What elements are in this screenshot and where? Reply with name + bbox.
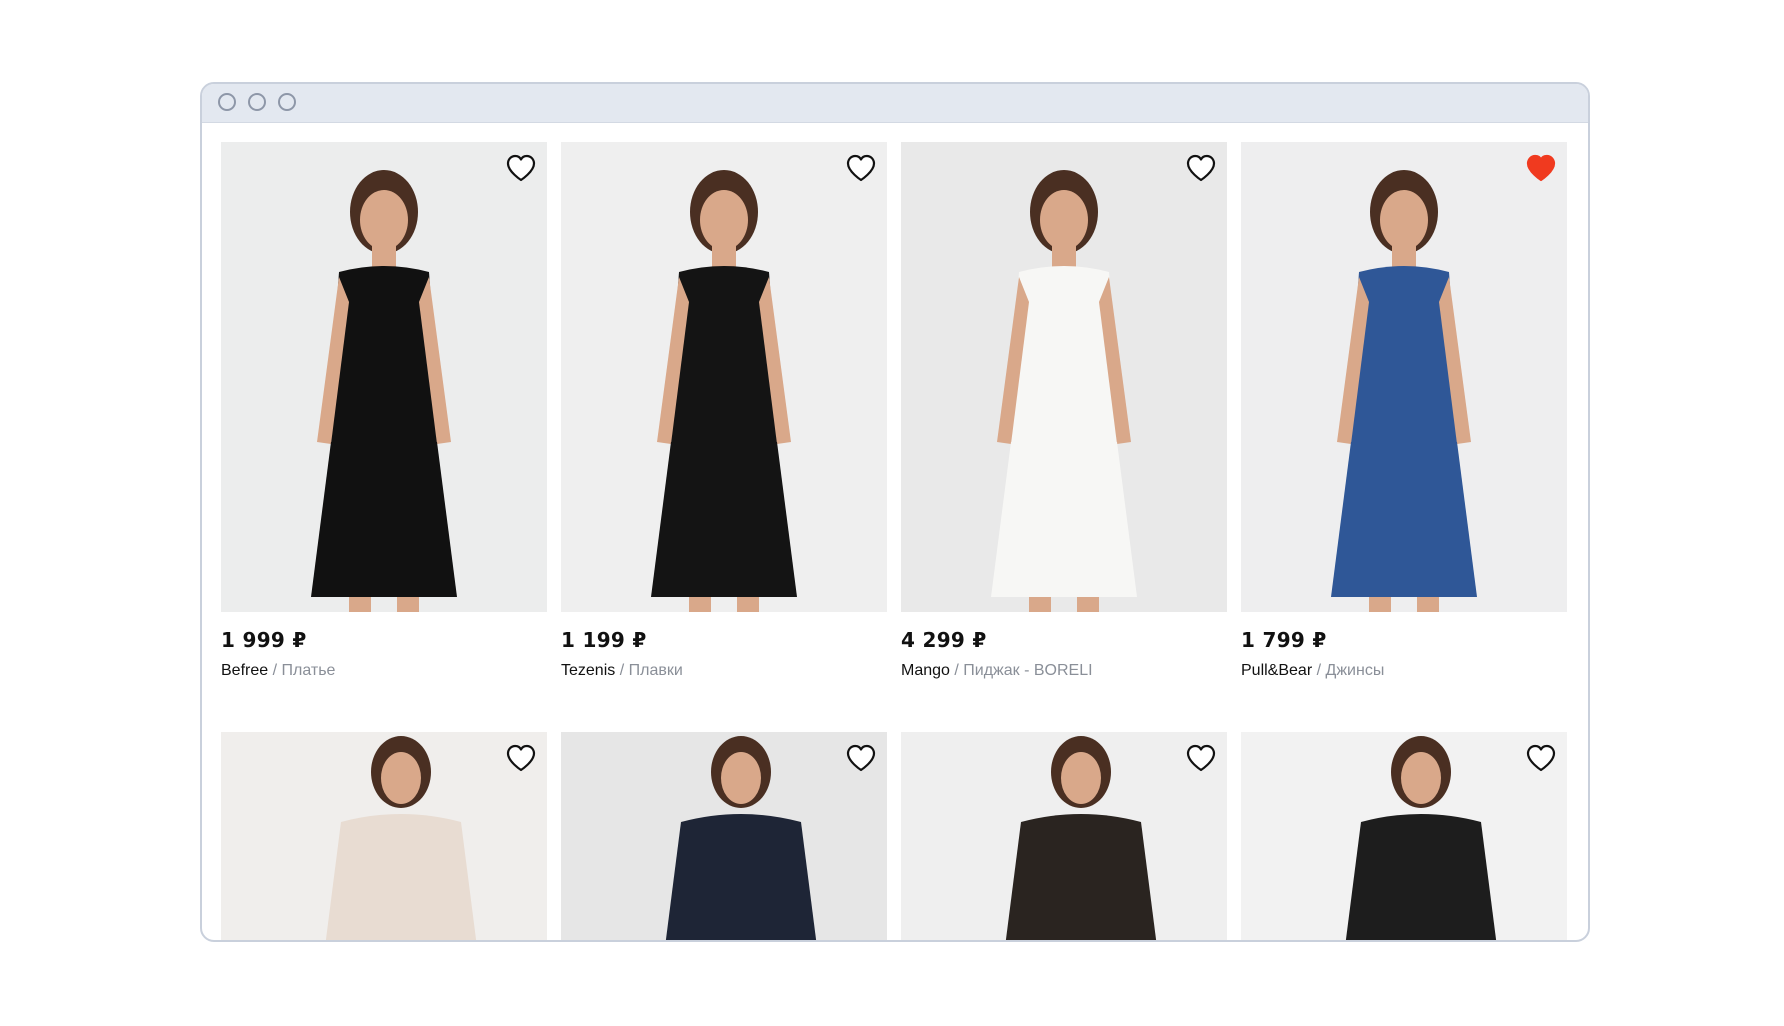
window-maximize-dot[interactable]: [278, 93, 296, 111]
navy-trousers-photo[interactable]: [561, 732, 887, 940]
product-card[interactable]: 1 999 ₽ Befree / Платье: [221, 142, 547, 680]
favorite-heart-icon[interactable]: [505, 742, 537, 774]
product-type: Джинсы: [1325, 662, 1385, 679]
beige-tshirt-photo[interactable]: [221, 732, 547, 940]
favorite-heart-icon[interactable]: [845, 742, 877, 774]
product-type: Пиджак - BORELI: [963, 662, 1093, 679]
product-card[interactable]: [1241, 732, 1567, 940]
browser-window: 1 999 ₽ Befree / Платье 1 199 ₽ Tezenis / …: [200, 82, 1590, 942]
product-description[interactable]: Pull&Bear / Джинсы: [1241, 662, 1567, 680]
product-price: 1 799 ₽: [1241, 628, 1327, 652]
favorite-heart-icon-active[interactable]: [1525, 152, 1557, 184]
brand-separator: /: [272, 662, 278, 679]
product-card[interactable]: 1 799 ₽ Pull&Bear / Джинсы: [1241, 142, 1567, 680]
product-card[interactable]: [561, 732, 887, 940]
window-close-dot[interactable]: [218, 93, 236, 111]
product-brand[interactable]: Mango: [901, 662, 950, 679]
product-type: Платье: [281, 662, 336, 679]
white-blazer-photo[interactable]: [901, 142, 1227, 612]
favorite-heart-icon[interactable]: [1185, 152, 1217, 184]
brand-separator: /: [619, 662, 625, 679]
favorite-heart-icon[interactable]: [505, 152, 537, 184]
product-brand[interactable]: Pull&Bear: [1241, 662, 1312, 679]
product-brand[interactable]: Tezenis: [561, 662, 615, 679]
floral-dress-photo[interactable]: [901, 732, 1227, 940]
product-price: 1 199 ₽: [561, 628, 647, 652]
window-titlebar: [202, 84, 1588, 123]
product-description[interactable]: Befree / Платье: [221, 662, 547, 680]
product-brand[interactable]: Befree: [221, 662, 268, 679]
product-card[interactable]: [901, 732, 1227, 940]
product-card[interactable]: 4 299 ₽ Mango / Пиджак - BORELI: [901, 142, 1227, 680]
product-grid: 1 999 ₽ Befree / Платье 1 199 ₽ Tezenis / …: [202, 123, 1588, 940]
product-price: 4 299 ₽: [901, 628, 987, 652]
favorite-heart-icon[interactable]: [845, 152, 877, 184]
blue-jeans-photo[interactable]: [1241, 142, 1567, 612]
product-type: Плавки: [628, 662, 683, 679]
floral-blouse-photo[interactable]: [1241, 732, 1567, 940]
favorite-heart-icon[interactable]: [1185, 742, 1217, 774]
product-price: 1 999 ₽: [221, 628, 307, 652]
product-card[interactable]: 1 199 ₽ Tezenis / Плавки: [561, 142, 887, 680]
product-description[interactable]: Tezenis / Плавки: [561, 662, 887, 680]
brand-separator: /: [1316, 662, 1322, 679]
product-card[interactable]: [221, 732, 547, 940]
favorite-heart-icon[interactable]: [1525, 742, 1557, 774]
product-description[interactable]: Mango / Пиджак - BORELI: [901, 662, 1227, 680]
window-minimize-dot[interactable]: [248, 93, 266, 111]
black-bikini-photo[interactable]: [561, 142, 887, 612]
brand-separator: /: [954, 662, 959, 679]
black-button-dress-photo[interactable]: [221, 142, 547, 612]
